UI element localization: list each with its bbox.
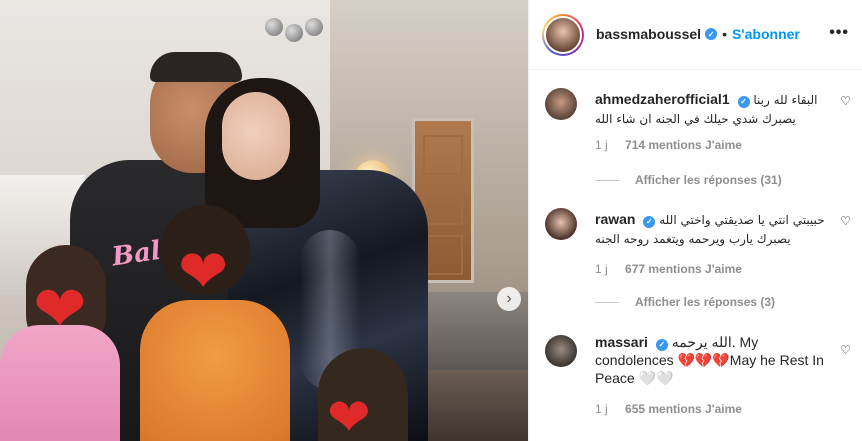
- toddler-orange-sweater: [140, 300, 290, 441]
- comment-text-line: يصبرك يارب ويرحمه ويتغمد روحه الجنه: [595, 232, 791, 246]
- comment-item: ahmedzaherofficial1 ✓ البقاء لله ربنا يص…: [529, 88, 862, 198]
- commenter-username[interactable]: ahmedzaherofficial1: [595, 91, 730, 107]
- commenter-avatar[interactable]: [545, 88, 577, 120]
- verified-badge-icon: ✓: [737, 96, 750, 108]
- view-replies-label: Afficher les réponses (31): [635, 173, 782, 187]
- post-photo[interactable]: Bale ❤ ❤ ❤ ›: [0, 0, 528, 441]
- man-hair: [150, 52, 242, 82]
- chevron-right-icon: ›: [506, 290, 512, 307]
- post-header: bassmaboussel ✓ • S'abonner •••: [529, 0, 862, 70]
- comment-body: ahmedzaherofficial1 ✓ البقاء لله ربنا يص…: [595, 90, 825, 128]
- follow-button[interactable]: S'abonner: [732, 26, 800, 42]
- comment-body: rawan ✓ حبيبتي انتي يا صديقتي واختي الله…: [595, 210, 825, 248]
- more-options-icon[interactable]: •••: [829, 24, 849, 42]
- replies-divider: [595, 301, 619, 303]
- comment-likes[interactable]: 714 mentions J'aime: [625, 138, 742, 152]
- red-heart-emoji-icon: ❤: [33, 273, 87, 347]
- heart-outline-icon[interactable]: ♡: [840, 214, 851, 228]
- comment-meta: 1 j 655 mentions J'aime: [595, 402, 742, 416]
- door-panel: [423, 185, 463, 225]
- author-avatar-photo: [544, 16, 582, 54]
- verified-badge-icon: ✓: [643, 216, 656, 228]
- ceiling-light: [285, 24, 303, 42]
- comment-time: 1 j: [595, 138, 608, 152]
- comment-text-line: يصبرك شدي حيلك في الجنه ان شاء الله: [595, 112, 796, 126]
- woman-face: [222, 92, 290, 180]
- comment-time: 1 j: [595, 402, 608, 416]
- comment-text-line: الله يرحمه. My: [671, 334, 759, 350]
- view-replies-button[interactable]: Afficher les réponses (31): [595, 173, 782, 187]
- comment-item: massari ✓ الله يرحمه. My condolences 💔💔💔…: [529, 333, 862, 433]
- ceiling-light: [305, 18, 323, 36]
- author-username[interactable]: bassmaboussel: [596, 26, 701, 42]
- verified-badge-icon: ✓: [705, 28, 718, 40]
- view-replies-button[interactable]: Afficher les réponses (3): [595, 295, 775, 309]
- comment-text-line: Peace 🤍🤍: [595, 370, 674, 386]
- commenter-username[interactable]: massari: [595, 334, 648, 350]
- comment-time: 1 j: [595, 262, 608, 276]
- separator-dot: •: [722, 26, 727, 42]
- comment-text-line: حبيبتي انتي يا صديقتي واختي الله: [659, 213, 825, 227]
- verified-badge-icon: ✓: [655, 339, 668, 351]
- red-heart-emoji-icon: ❤: [327, 388, 371, 441]
- commenter-avatar[interactable]: [545, 208, 577, 240]
- replies-divider: [595, 179, 619, 181]
- comment-likes[interactable]: 655 mentions J'aime: [625, 402, 742, 416]
- ceiling-light: [265, 18, 283, 36]
- comment-meta: 1 j 714 mentions J'aime: [595, 138, 742, 152]
- next-photo-button[interactable]: ›: [497, 287, 521, 311]
- comment-text-line: البقاء لله ربنا: [753, 93, 818, 107]
- door-panel: [423, 235, 463, 275]
- view-replies-label: Afficher les réponses (3): [635, 295, 776, 309]
- comments-pane: bassmaboussel ✓ • S'abonner ••• ahmedzah…: [528, 0, 862, 441]
- comment-item: rawan ✓ حبيبتي انتي يا صديقتي واختي الله…: [529, 208, 862, 318]
- comment-text-line: condolences 💔💔💔May he Rest In: [595, 352, 824, 368]
- author-row: bassmaboussel ✓ • S'abonner: [596, 26, 800, 42]
- author-avatar[interactable]: [542, 14, 584, 56]
- comment-meta: 1 j 677 mentions J'aime: [595, 262, 742, 276]
- comment-likes[interactable]: 677 mentions J'aime: [625, 262, 742, 276]
- commenter-avatar[interactable]: [545, 335, 577, 367]
- commenter-username[interactable]: rawan: [595, 211, 635, 227]
- heart-outline-icon[interactable]: ♡: [840, 343, 851, 357]
- heart-outline-icon[interactable]: ♡: [840, 94, 851, 108]
- red-heart-emoji-icon: ❤: [178, 237, 229, 307]
- comment-body: massari ✓ الله يرحمه. My condolences 💔💔💔…: [595, 333, 835, 387]
- door-panel: [423, 135, 463, 175]
